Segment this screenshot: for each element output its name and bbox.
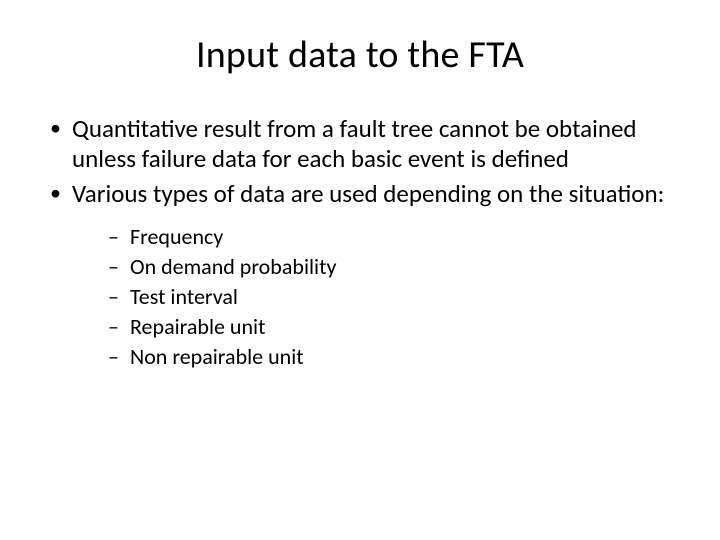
sub-bullet-text: Frequency — [130, 223, 223, 250]
slide-title: Input data to the FTA — [40, 32, 680, 78]
sub-bullet-text: Repairable unit — [130, 313, 265, 340]
sub-bullet-item: Test interval — [108, 283, 680, 311]
sub-bullet-text: On demand probability — [130, 253, 336, 280]
sub-bullet-item: On demand probability — [108, 253, 680, 281]
sub-bullet-item: Frequency — [108, 223, 680, 251]
bullet-list: Quantitative result from a fault tree ca… — [40, 114, 680, 371]
bullet-text: Quantitative result from a fault tree ca… — [72, 113, 637, 174]
sub-bullet-text: Test interval — [130, 283, 238, 310]
bullet-item: Various types of data are used depending… — [46, 179, 680, 371]
bullet-item: Quantitative result from a fault tree ca… — [46, 114, 680, 173]
sub-bullet-item: Repairable unit — [108, 313, 680, 341]
bullet-text: Various types of data are used depending… — [72, 178, 664, 209]
slide: Input data to the FTA Quantitative resul… — [0, 0, 720, 540]
sub-bullet-text: Non repairable unit — [130, 343, 304, 370]
sub-bullet-list: Frequency On demand probability Test int… — [72, 223, 680, 372]
sub-bullet-item: Non repairable unit — [108, 343, 680, 371]
